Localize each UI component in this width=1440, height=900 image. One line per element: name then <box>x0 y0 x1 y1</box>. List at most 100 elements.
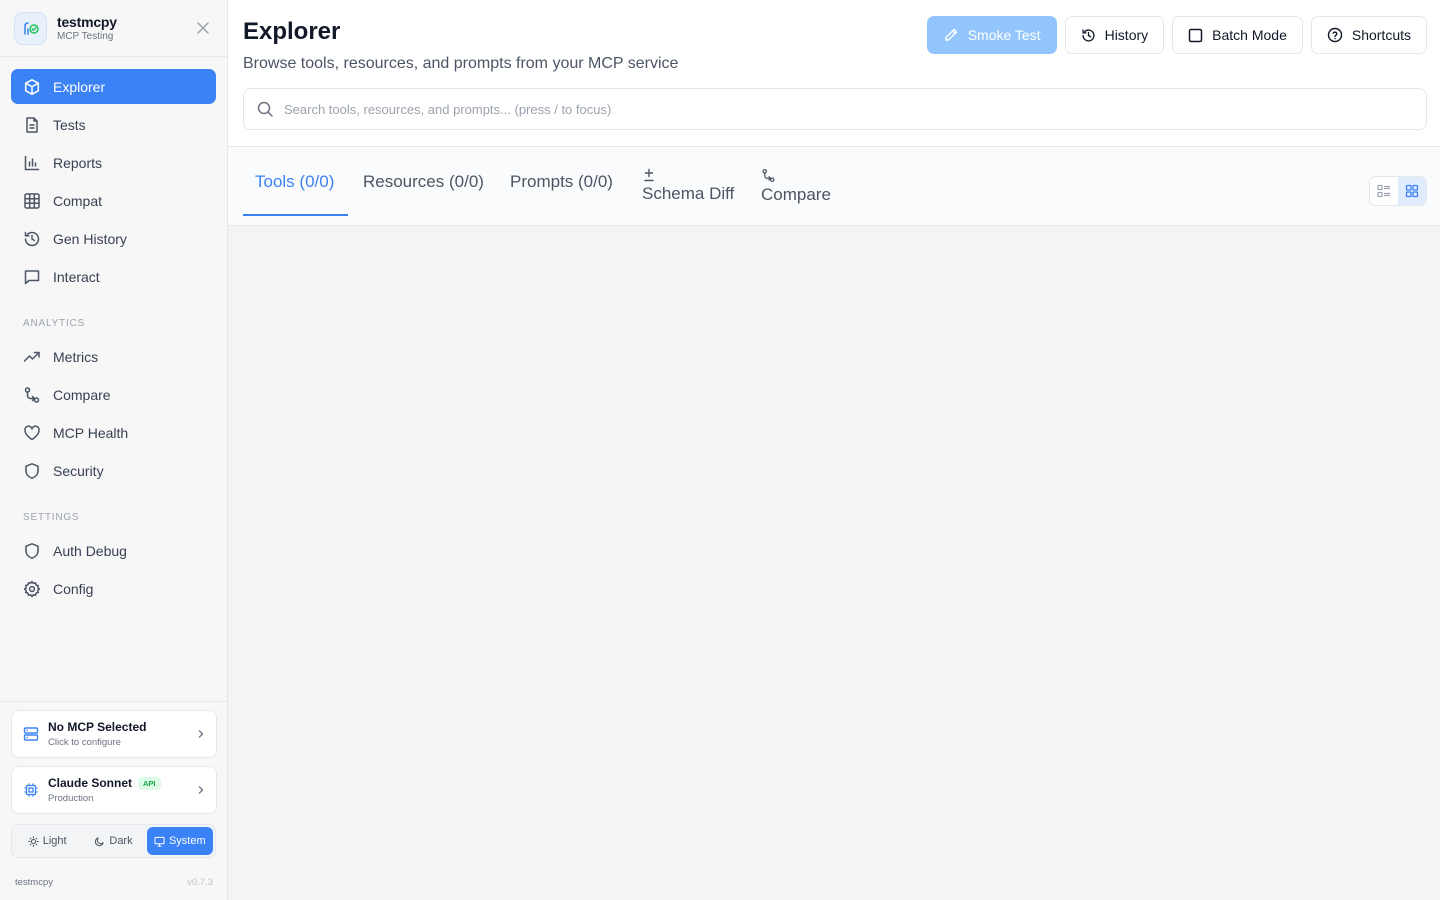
mcp-selector-card[interactable]: No MCP Selected Click to configure <box>11 710 217 758</box>
tab-bar: Tools (0/0) Resources (0/0) Prompts (0/0… <box>228 147 1440 226</box>
close-icon <box>197 22 209 34</box>
model-card-subtitle: Production <box>48 793 94 804</box>
header-actions: Smoke Test History Batch Mode Shortcuts <box>919 16 1427 54</box>
page-title: Explorer <box>243 18 341 45</box>
plus-minus-icon <box>642 168 734 182</box>
theme-light-button[interactable]: Light <box>14 827 80 855</box>
history-icon <box>23 230 41 248</box>
theme-switch: Light Dark System <box>11 824 216 858</box>
sidebar-item-label: Compat <box>53 192 103 209</box>
monitor-icon <box>154 836 165 847</box>
view-toggle <box>1369 176 1427 206</box>
main-panel: Explorer Browse tools, resources, and pr… <box>228 0 1440 900</box>
sidebar-item-label: Gen History <box>53 230 127 247</box>
sidebar-item-label: MCP Health <box>53 424 129 441</box>
history-label: History <box>1104 27 1149 43</box>
sidebar-item-gen-history[interactable]: Gen History <box>11 221 216 256</box>
sidebar-item-interact[interactable]: Interact <box>11 259 216 294</box>
list-view-icon <box>1377 184 1390 198</box>
close-sidebar-button[interactable] <box>193 18 213 38</box>
tab-schema-diff[interactable]: Schema Diff <box>642 147 734 217</box>
mcp-card-subtitle: Click to configure <box>48 737 121 748</box>
shortcuts-label: Shortcuts <box>1351 27 1411 43</box>
document-icon <box>23 116 41 134</box>
moon-icon <box>94 836 105 847</box>
theme-dark-button[interactable]: Dark <box>80 827 146 855</box>
model-card-title: Claude Sonnet <box>48 776 133 790</box>
theme-dark-label: Dark <box>109 835 133 847</box>
sidebar-item-tests[interactable]: Tests <box>11 107 216 142</box>
tab-tools[interactable]: Tools (0/0) <box>255 147 334 217</box>
sidebar-item-label: Tests <box>53 116 86 133</box>
chevron-right-icon <box>198 730 204 738</box>
model-selector-card[interactable]: Claude Sonnet API Production <box>11 766 217 814</box>
gear-icon <box>23 580 41 598</box>
cpu-icon <box>22 781 40 799</box>
tab-compare[interactable]: Compare <box>761 147 831 217</box>
sidebar-item-metrics[interactable]: Metrics <box>11 339 216 374</box>
brand-subtitle: MCP Testing <box>57 31 114 42</box>
list-view-button[interactable] <box>1370 177 1398 205</box>
sidebar-item-label: Metrics <box>53 348 99 365</box>
active-tab-indicator <box>243 214 348 216</box>
tab-label: Tools (0/0) <box>255 172 335 191</box>
help-circle-icon <box>1327 27 1343 43</box>
sidebar-item-label: Explorer <box>53 78 106 95</box>
chevron-right-icon <box>198 786 204 794</box>
tab-resources[interactable]: Resources (0/0) <box>363 147 484 217</box>
footer-version: v0.7.3 <box>187 877 213 888</box>
batch-mode-button[interactable]: Batch Mode <box>1172 16 1303 54</box>
sidebar-item-security[interactable]: Security <box>11 453 216 488</box>
brand-title: testmcpy <box>57 14 117 30</box>
search-input[interactable] <box>284 101 1414 117</box>
sidebar-item-label: Security <box>53 462 104 479</box>
tab-label: Compare <box>761 184 831 204</box>
trending-up-icon <box>23 348 41 366</box>
sidebar-item-label: Reports <box>53 154 103 171</box>
compare-icon <box>761 168 831 183</box>
section-heading-analytics: ANALYTICS <box>23 318 86 329</box>
history-icon <box>1081 28 1096 43</box>
theme-system-button[interactable]: System <box>146 827 213 855</box>
mcp-logo-icon <box>14 11 47 45</box>
page-header: Explorer Browse tools, resources, and pr… <box>228 0 1440 147</box>
tab-label: Resources (0/0) <box>363 172 484 191</box>
shortcuts-button[interactable]: Shortcuts <box>1310 16 1427 54</box>
app-footer: testmcpy v0.7.3 <box>15 877 213 888</box>
sidebar-item-compare[interactable]: Compare <box>11 377 216 412</box>
sun-icon <box>27 835 39 847</box>
smoke-test-button[interactable]: Smoke Test <box>926 16 1057 54</box>
theme-light-label: Light <box>42 835 67 847</box>
api-badge: API <box>138 776 161 790</box>
cube-icon <box>23 78 41 96</box>
sidebar-item-auth-debug[interactable]: Auth Debug <box>11 533 216 568</box>
theme-system-label: System <box>168 835 206 847</box>
sidebar-nav: Explorer Tests Reports Compat Gen Histor… <box>0 57 227 606</box>
server-icon <box>22 725 40 743</box>
history-button[interactable]: History <box>1064 16 1165 54</box>
sidebar-item-label: Config <box>53 580 94 597</box>
tab-prompts[interactable]: Prompts (0/0) <box>510 147 613 217</box>
sidebar-item-label: Auth Debug <box>53 542 127 559</box>
compare-icon <box>23 386 41 404</box>
sidebar: testmcpy MCP Testing Explorer Tests Repo… <box>0 0 228 900</box>
pencil-icon <box>943 27 959 43</box>
grid-view-button[interactable] <box>1398 177 1426 205</box>
grid-view-icon <box>1405 184 1419 198</box>
brand-header: testmcpy MCP Testing <box>0 0 227 57</box>
shield-icon <box>23 542 41 560</box>
grid-icon <box>23 192 41 210</box>
sidebar-item-compat[interactable]: Compat <box>11 183 216 218</box>
sidebar-item-label: Compare <box>53 386 111 403</box>
explorer-content <box>228 227 1440 900</box>
page-subtitle: Browse tools, resources, and prompts fro… <box>243 55 679 72</box>
tab-label: Prompts (0/0) <box>510 172 613 191</box>
sidebar-item-config[interactable]: Config <box>11 571 216 606</box>
sidebar-item-reports[interactable]: Reports <box>11 145 216 180</box>
footer-app-name: testmcpy <box>15 877 54 888</box>
sidebar-item-mcp-health[interactable]: MCP Health <box>11 415 216 450</box>
tab-label: Schema Diff <box>642 184 735 203</box>
sidebar-item-explorer[interactable]: Explorer <box>11 69 216 104</box>
search-icon <box>257 101 273 117</box>
sidebar-footer: No MCP Selected Click to configure Claud… <box>0 701 227 900</box>
